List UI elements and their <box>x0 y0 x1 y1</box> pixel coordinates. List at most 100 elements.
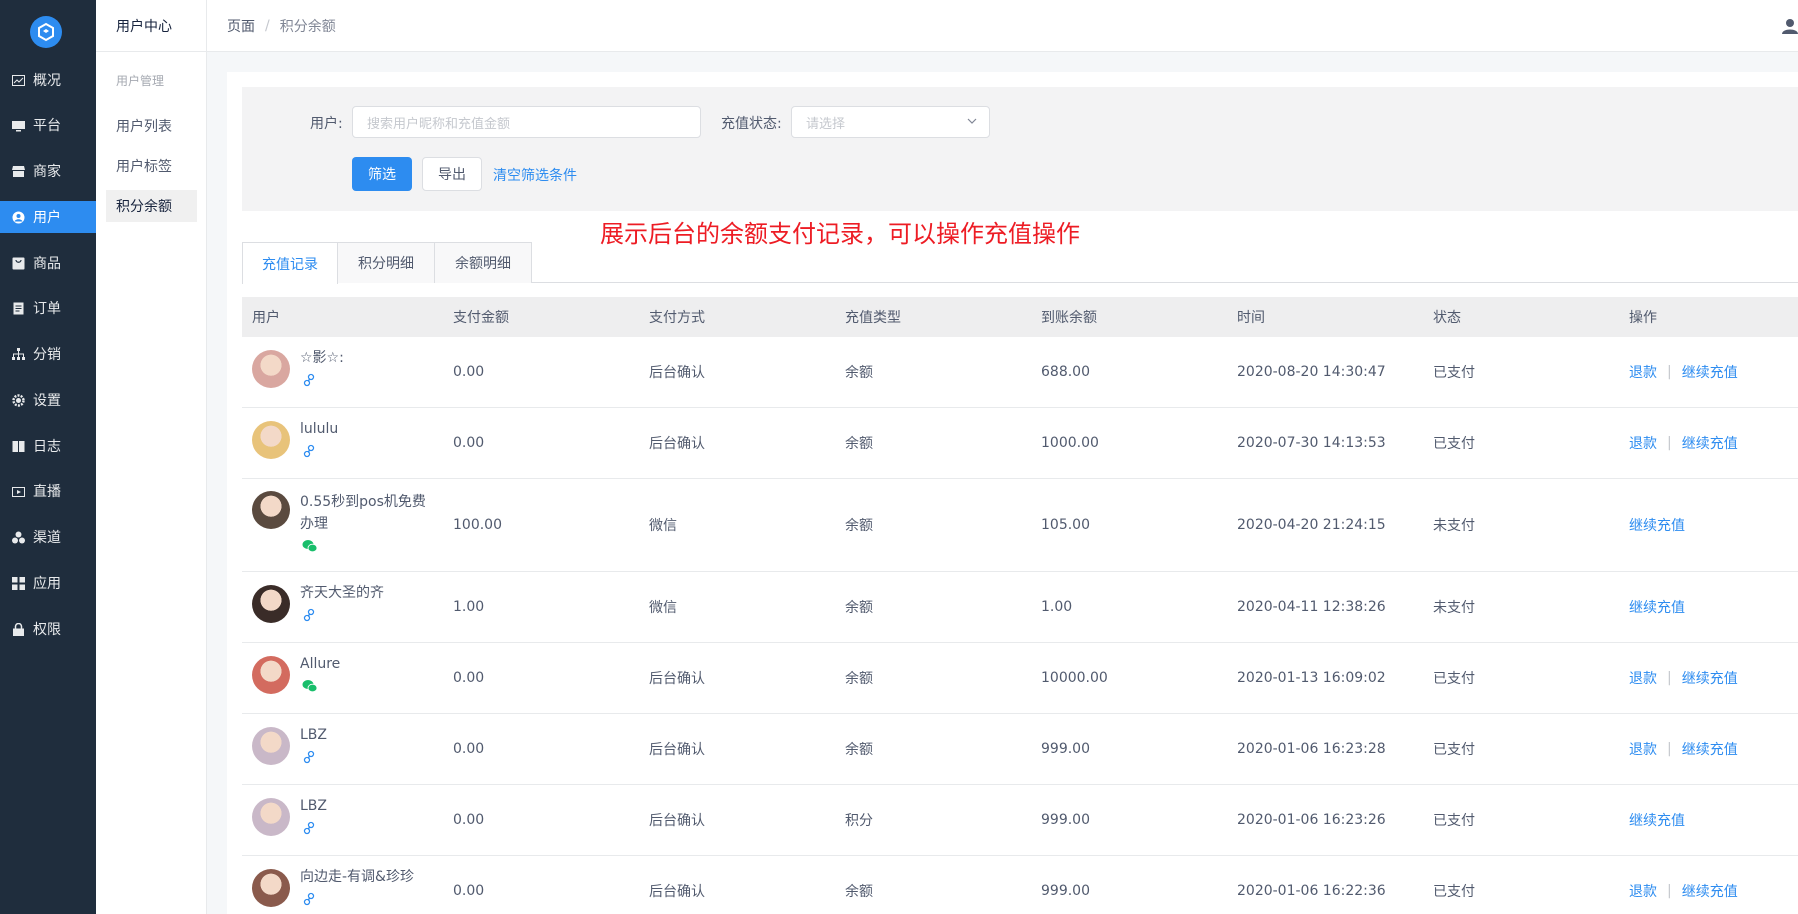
amount-cell: 100.00 <box>453 517 502 533</box>
balance-cell: 999.00 <box>1041 741 1090 757</box>
user-name: LBZ <box>300 727 327 743</box>
amount-cell: 0.00 <box>453 741 485 757</box>
type-cell: 积分 <box>845 813 873 829</box>
nav-item-lock[interactable]: 权限 <box>0 613 96 645</box>
nav-item-channel[interactable]: 渠道 <box>0 521 96 553</box>
nav-item-live[interactable]: 直播 <box>0 475 96 507</box>
continue-recharge-link[interactable]: 继续充值 <box>1682 668 1738 688</box>
subnav-item-points-balance[interactable]: 积分余额 <box>106 190 197 222</box>
nav-item-dashboard[interactable]: 概况 <box>0 64 96 96</box>
time-cell: 2020-01-06 16:23:26 <box>1237 812 1386 828</box>
type-cell: 余额 <box>845 884 873 900</box>
user-search-input[interactable]: 搜索用户昵称和充值金额 <box>352 106 701 138</box>
nav-item-label: 渠道 <box>33 530 61 546</box>
store-icon <box>11 164 25 178</box>
tab-recharge-records[interactable]: 充值记录 <box>242 242 338 284</box>
wechat-icon <box>302 539 318 553</box>
table-row: LBZ 0.00 后台确认 积分 999.00 2020-01-06 16:23:26 已支… <box>242 785 1798 856</box>
balance-cell: 999.00 <box>1041 883 1090 899</box>
type-cell: 余额 <box>845 436 873 452</box>
status-select[interactable]: 请选择 <box>791 106 990 138</box>
user-name: 齐天大圣的齐 <box>300 585 384 601</box>
nav-item-user[interactable]: 用户 <box>0 201 96 233</box>
continue-recharge-link[interactable]: 继续充值 <box>1629 515 1685 535</box>
continue-recharge-link[interactable]: 继续充值 <box>1629 810 1685 830</box>
monitor-icon <box>11 118 25 132</box>
filter-button[interactable]: 筛选 <box>352 157 412 191</box>
balance-cell: 999.00 <box>1041 812 1090 828</box>
continue-recharge-link[interactable]: 继续充值 <box>1629 597 1685 617</box>
method-cell: 微信 <box>649 518 677 534</box>
refund-link[interactable]: 退款 <box>1629 739 1657 759</box>
distribution-icon <box>11 347 25 361</box>
tab-balance-detail[interactable]: 余额明细 <box>434 242 532 283</box>
avatar <box>252 798 290 836</box>
actions-cell: 退款 | 继续充值 <box>1629 408 1738 478</box>
status-cell: 已支付 <box>1433 742 1475 758</box>
nav-item-monitor[interactable]: 平台 <box>0 109 96 141</box>
subnav-item-user-tags[interactable]: 用户标签 <box>106 150 197 182</box>
avatar <box>252 491 290 529</box>
refund-link[interactable]: 退款 <box>1629 362 1657 382</box>
nav-item-apps[interactable]: 应用 <box>0 567 96 599</box>
col-type: 充值类型 <box>845 310 901 326</box>
user-filter-label: 用户: <box>310 116 343 132</box>
export-button[interactable]: 导出 <box>422 157 482 191</box>
col-actions: 操作 <box>1629 310 1657 326</box>
nav-item-gear[interactable]: 设置 <box>0 384 96 416</box>
actions-cell: 退款 | 继续充值 <box>1629 856 1738 914</box>
nav-item-label: 概况 <box>33 73 61 89</box>
refund-link[interactable]: 退款 <box>1629 668 1657 688</box>
continue-recharge-link[interactable]: 继续充值 <box>1682 881 1738 901</box>
link-icon <box>302 608 318 622</box>
sub-nav: 用户中心 用户管理 用户列表 用户标签 积分余额 <box>96 0 207 914</box>
actions-cell: 继续充值 <box>1629 785 1685 855</box>
type-cell: 余额 <box>845 671 873 687</box>
time-cell: 2020-01-06 16:23:28 <box>1237 741 1386 757</box>
tab-points-detail[interactable]: 积分明细 <box>337 242 435 283</box>
amount-cell: 0.00 <box>453 670 485 686</box>
main-nav: 概况平台商家用户商品订单分销设置日志直播渠道应用权限 <box>0 0 96 914</box>
link-icon <box>302 892 318 906</box>
col-user: 用户 <box>252 310 280 326</box>
link-icon <box>302 444 318 458</box>
account-icon[interactable] <box>1782 18 1798 34</box>
time-cell: 2020-04-20 21:24:15 <box>1237 517 1386 533</box>
nav-item-order[interactable]: 订单 <box>0 292 96 324</box>
actions-cell: 退款 | 继续充值 <box>1629 714 1738 784</box>
order-icon <box>11 301 25 315</box>
status-cell: 已支付 <box>1433 671 1475 687</box>
amount-cell: 0.00 <box>453 883 485 899</box>
nav-item-label: 商家 <box>33 164 61 180</box>
table-row: 向边走-有调&珍珍 0.00 后台确认 余额 999.00 2020-01-06 16:2… <box>242 856 1798 914</box>
nav-item-goods[interactable]: 商品 <box>0 247 96 279</box>
status-cell: 未支付 <box>1433 600 1475 616</box>
user-name: lululu <box>300 421 339 437</box>
tab-bar: 充值记录 积分明细 余额明细 <box>242 242 1798 284</box>
time-cell: 2020-01-13 16:09:02 <box>1237 670 1386 686</box>
refund-link[interactable]: 退款 <box>1629 433 1657 453</box>
nav-item-store[interactable]: 商家 <box>0 155 96 187</box>
refund-link[interactable]: 退款 <box>1629 881 1657 901</box>
user-name: LBZ <box>300 798 327 814</box>
user-name: 0.55秒到pos机免费办理 <box>300 494 426 532</box>
action-separator: | <box>1667 435 1672 451</box>
continue-recharge-link[interactable]: 继续充值 <box>1682 739 1738 759</box>
dashboard-icon <box>11 73 25 87</box>
continue-recharge-link[interactable]: 继续充值 <box>1682 362 1738 382</box>
time-cell: 2020-08-20 14:30:47 <box>1237 364 1386 380</box>
amount-cell: 0.00 <box>453 364 485 380</box>
subnav-item-user-list[interactable]: 用户列表 <box>106 110 197 142</box>
nav-item-book[interactable]: 日志 <box>0 430 96 462</box>
table-row: 0.55秒到pos机免费办理 100.00 微信 余额 105.00 2020-04-20… <box>242 479 1798 572</box>
link-icon <box>302 373 318 387</box>
clear-filters-link[interactable]: 清空筛选条件 <box>493 165 577 185</box>
breadcrumb-root[interactable]: 页面 <box>227 16 255 36</box>
logo-icon[interactable] <box>30 16 62 48</box>
wechat-icon <box>302 679 318 693</box>
header: 页面 / 积分余额 <box>207 0 1798 52</box>
gear-icon <box>11 393 25 407</box>
nav-item-distribution[interactable]: 分销 <box>0 338 96 370</box>
method-cell: 后台确认 <box>649 671 705 687</box>
continue-recharge-link[interactable]: 继续充值 <box>1682 433 1738 453</box>
